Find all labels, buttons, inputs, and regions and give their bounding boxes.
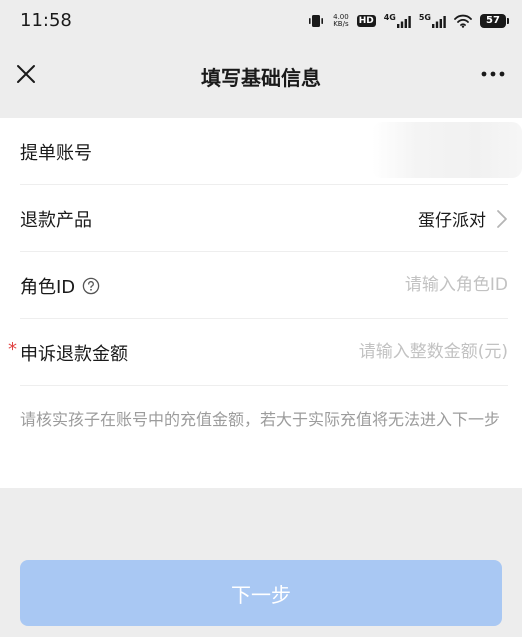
role-id-row: 角色ID <box>20 252 508 319</box>
product-value-group: 蛋仔派对 <box>418 206 508 231</box>
product-label: 退款产品 <box>20 210 92 231</box>
battery-level: 57 <box>486 15 500 26</box>
refund-amount-input[interactable] <box>248 335 508 369</box>
net-speed-unit: KB/s <box>333 20 349 28</box>
wifi-icon <box>454 14 472 28</box>
nav-bar: 填写基础信息 <box>0 44 522 104</box>
status-bar: 11:58 4.00 KB/s HD 4G 5G 57 <box>0 0 522 44</box>
account-label: 提单账号 <box>20 143 92 164</box>
status-time: 11:58 <box>20 10 72 31</box>
form-card: 提单账号 退款产品 蛋仔派对 角色ID 请输入角色ID * 申诉退款金额 请输入… <box>0 118 522 488</box>
network-type-label: 5G <box>418 13 431 22</box>
next-step-button[interactable]: 下一步 <box>20 560 502 626</box>
net-speed: 4.00 KB/s <box>333 14 349 28</box>
vibrate-icon <box>309 15 324 27</box>
product-value: 蛋仔派对 <box>418 211 486 231</box>
account-row[interactable]: 提单账号 <box>20 118 522 185</box>
role-id-label-group: 角色ID <box>20 273 100 299</box>
more-dots-icon <box>481 71 505 77</box>
battery-icon: 57 <box>480 14 509 28</box>
signal-icon <box>432 16 446 28</box>
signal-icon <box>396 16 411 28</box>
account-value-blurred <box>372 122 522 178</box>
network-type-label: 4G <box>383 13 396 22</box>
more-button[interactable] <box>478 60 508 88</box>
refund-amount-row: * 申诉退款金额 <box>8 319 508 386</box>
hd-badge: HD <box>356 15 376 27</box>
help-icon[interactable] <box>82 277 100 295</box>
signal-group-4g: 4G <box>384 14 411 28</box>
refund-amount-label: 申诉退款金额 <box>20 344 128 365</box>
role-id-input[interactable] <box>248 268 508 302</box>
chevron-right-icon <box>497 209 507 228</box>
page-root: 11:58 4.00 KB/s HD 4G 5G 57 填写基础信息 提单账号 … <box>0 0 522 637</box>
role-id-label: 角色ID <box>20 277 76 298</box>
product-row[interactable]: 退款产品 蛋仔派对 <box>20 185 508 252</box>
signal-group-5g: 5G <box>419 14 446 28</box>
page-title: 填写基础信息 <box>201 66 321 90</box>
hint-text: 请核实孩子在账号中的充值金额，若大于实际充值将无法进入下一步 <box>20 410 501 429</box>
required-mark: * <box>8 339 17 360</box>
status-icons: 4.00 KB/s HD 4G 5G 57 <box>307 11 509 31</box>
